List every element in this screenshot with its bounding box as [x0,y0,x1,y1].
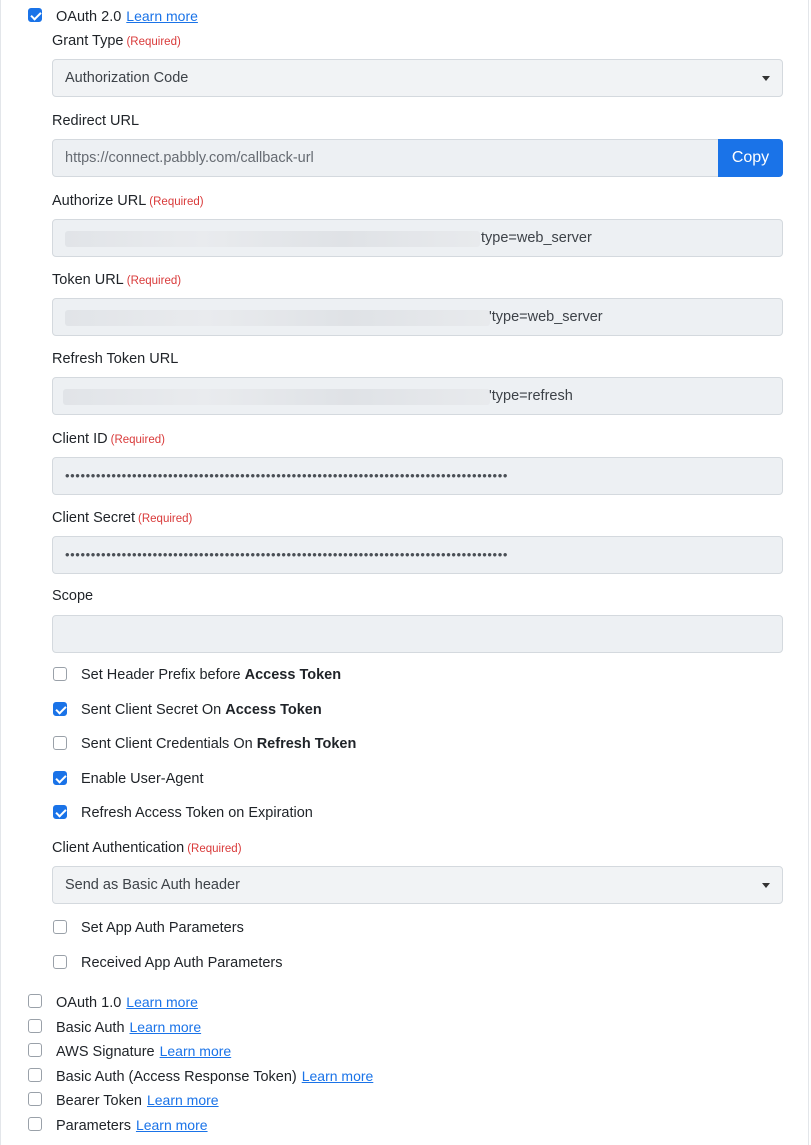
auth-type-label: Basic Auth (Access Response Token) [56,1069,297,1085]
auth-type-row: OAuth 1.0 Learn more [56,993,198,1012]
auth-type-label: Bearer Token [56,1093,142,1109]
client-auth-label-text: Client Authentication [52,840,185,856]
redacted-blur [65,310,490,326]
option-bold-text: Access Token [225,702,322,718]
option-label: Sent Client Credentials On Refresh Token [81,735,356,753]
client-secret-value: ••••••••••••••••••••••••••••••••••••••••… [65,547,509,562]
chevron-down-icon [762,883,770,888]
app-option-checkbox[interactable] [53,955,67,969]
token-url-label-text: Token URL [52,272,124,288]
token-url-value: 'type=web_server [489,309,603,325]
option-checkbox[interactable] [53,805,67,819]
auth-type-label: AWS Signature [56,1044,155,1060]
required-tag: (Required) [126,36,181,48]
redacted-blur [63,389,490,405]
auth-type-checkbox[interactable] [28,1092,42,1106]
client-auth-select[interactable]: Send as Basic Auth header [52,866,783,904]
scope-label: Scope [52,588,94,604]
redirect-url-value: https://connect.pabbly.com/callback-url [65,150,314,166]
app-option-label: Received App Auth Parameters [81,955,283,971]
grant-type-label-text: Grant Type [52,33,124,49]
grant-type-value: Authorization Code [65,70,189,86]
client-secret-field[interactable]: ••••••••••••••••••••••••••••••••••••••••… [52,536,783,574]
copy-button[interactable]: Copy [718,139,783,177]
grant-type-select[interactable]: Authorization Code [52,59,783,97]
oauth2-row: OAuth 2.0 Learn more [56,7,198,26]
client-auth-value: Send as Basic Auth header [65,877,240,893]
app-option-label: Set App Auth Parameters [81,920,244,936]
option-bold-text: Refresh Token [256,736,357,752]
authorize-url-label: Authorize URL (Required) [52,192,204,211]
learn-more-link[interactable]: Learn more [130,1019,202,1035]
option-bold-text: Access Token [244,667,342,683]
option-checkbox[interactable] [53,736,67,750]
option-text: Set Header Prefix before [81,667,245,683]
auth-type-row: Basic Auth Learn more [56,1018,201,1037]
required-tag: (Required) [138,513,193,525]
redirect-url-field[interactable]: https://connect.pabbly.com/callback-url [52,139,719,177]
chevron-down-icon [762,76,770,81]
required-tag: (Required) [187,843,242,855]
option-text: Refresh Access Token on Expiration [81,805,313,821]
learn-more-link[interactable]: Learn more [302,1068,374,1084]
oauth2-learn-more-link[interactable]: Learn more [126,8,198,24]
authorize-url-value: type=web_server [481,230,592,246]
auth-type-row: AWS Signature Learn more [56,1042,231,1061]
authorize-url-label-text: Authorize URL [52,193,147,209]
client-id-label-text: Client ID [52,431,108,447]
option-label: Sent Client Secret On Access Token [81,701,322,719]
option-label: Refresh Access Token on Expiration [81,804,313,822]
option-checkbox[interactable] [53,771,67,785]
required-tag: (Required) [110,434,165,446]
option-label: Enable User-Agent [81,770,204,788]
option-text: Sent Client Secret On [81,702,226,718]
client-secret-label: Client Secret (Required) [52,509,192,528]
authorize-url-field[interactable]: type=web_server [52,219,783,257]
auth-type-row: Parameters Learn more [56,1116,208,1135]
app-option-checkbox[interactable] [53,920,67,934]
learn-more-link[interactable]: Learn more [126,994,198,1010]
panel-right-border [808,0,809,1145]
auth-type-row: Bearer Token Learn more [56,1091,219,1110]
learn-more-link[interactable]: Learn more [160,1043,232,1059]
auth-type-checkbox[interactable] [28,994,42,1008]
redirect-url-label: Redirect URL [52,113,140,129]
auth-type-checkbox[interactable] [28,1068,42,1082]
learn-more-link[interactable]: Learn more [136,1117,208,1133]
oauth2-checkbox[interactable] [28,8,42,22]
option-checkbox[interactable] [53,667,67,681]
client-id-field[interactable]: ••••••••••••••••••••••••••••••••••••••••… [52,457,783,495]
refresh-token-url-label: Refresh Token URL [52,351,179,367]
auth-type-label: Parameters [56,1118,131,1134]
token-url-field[interactable]: 'type=web_server [52,298,783,336]
option-checkbox[interactable] [53,702,67,716]
option-label: Set Header Prefix before Access Token [81,666,341,684]
auth-type-checkbox[interactable] [28,1019,42,1033]
scope-field[interactable] [52,615,783,653]
refresh-token-url-field[interactable]: 'type=refresh [52,377,783,415]
oauth2-label: OAuth 2.0 [56,9,122,25]
client-id-value: ••••••••••••••••••••••••••••••••••••••••… [65,468,509,483]
redacted-blur [65,231,480,247]
client-id-label: Client ID (Required) [52,430,165,449]
learn-more-link[interactable]: Learn more [147,1092,219,1108]
panel-left-border [0,0,1,1145]
auth-type-row: Basic Auth (Access Response Token) Learn … [56,1067,373,1086]
client-secret-label-text: Client Secret [52,510,136,526]
auth-type-label: OAuth 1.0 [56,995,122,1011]
option-text: Enable User-Agent [81,771,204,787]
option-text: Sent Client Credentials On [81,736,257,752]
required-tag: (Required) [149,196,204,208]
grant-type-label: Grant Type (Required) [52,32,181,51]
required-tag: (Required) [126,275,182,287]
auth-type-checkbox[interactable] [28,1117,42,1131]
token-url-label: Token URL (Required) [52,271,181,290]
refresh-token-url-value: 'type=refresh [489,388,573,404]
auth-type-label: Basic Auth [56,1020,125,1036]
client-auth-label: Client Authentication (Required) [52,839,242,858]
auth-type-checkbox[interactable] [28,1043,42,1057]
